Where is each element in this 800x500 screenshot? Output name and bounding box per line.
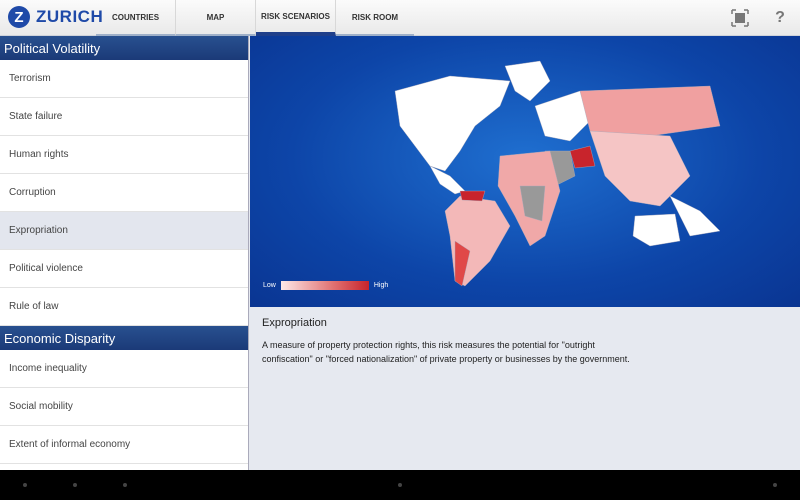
legend-low-label: Low [263,282,276,289]
list-item-rule-of-law[interactable]: Rule of law [0,288,248,326]
zurich-logo: Z ZURICH [8,6,103,28]
north-america [394,75,511,172]
list-item-human-rights[interactable]: Human rights [0,136,248,174]
risk-description: Expropriation A measure of property prot… [262,317,642,366]
central-america [429,165,466,195]
australia [632,213,681,247]
help-button[interactable]: ? [770,8,790,28]
back-button[interactable] [23,483,27,487]
list-item-income-inequality[interactable]: Income inequality [0,350,248,388]
tab-map[interactable]: MAP [176,0,256,36]
list-item-political-violence[interactable]: Political violence [0,250,248,288]
status-indicator [773,483,777,487]
world-map-shapes [394,60,721,287]
tab-countries[interactable]: COUNTRIES [96,0,176,36]
brand-name: ZURICH [36,7,104,26]
list-item-social-mobility[interactable]: Social mobility [0,388,248,426]
map-legend: Low High [263,281,388,290]
world-risk-map[interactable] [250,36,800,307]
legend-gradient [280,281,369,290]
risk-description-text: A measure of property protection rights,… [262,340,630,364]
section-header-political-volatility: Political Volatility [0,36,248,60]
list-item-terrorism[interactable]: Terrorism [0,60,248,98]
home-button[interactable] [73,483,77,487]
tab-risk-scenarios[interactable]: RISK SCENARIOS [256,0,336,36]
section-header-economic-disparity: Economic Disparity [0,326,248,350]
list-item-informal-economy[interactable]: Extent of informal economy [0,426,248,464]
list-item-expropriation[interactable]: Expropriation [0,212,248,250]
logo-mark: Z [8,6,30,28]
south-america [444,195,511,287]
list-item-corruption[interactable]: Corruption [0,174,248,212]
risk-title: Expropriation [262,317,327,329]
iran [569,145,596,169]
venezuela [459,190,486,202]
risk-list-sidebar: Political Volatility Terrorism State fai… [0,36,249,470]
russia [579,85,721,137]
menu-button[interactable] [398,483,402,487]
greenland [504,60,551,102]
legend-high-label: High [373,282,389,289]
tab-risk-room[interactable]: RISK ROOM [336,0,414,36]
android-nav-bar [0,470,800,500]
list-item-state-failure[interactable]: State failure [0,98,248,136]
asia [589,130,691,207]
recents-button[interactable] [123,483,127,487]
top-bar: Z ZURICH COUNTRIES MAP RISK SCENARIOS RI… [0,0,800,36]
fullscreen-icon[interactable] [730,8,750,28]
